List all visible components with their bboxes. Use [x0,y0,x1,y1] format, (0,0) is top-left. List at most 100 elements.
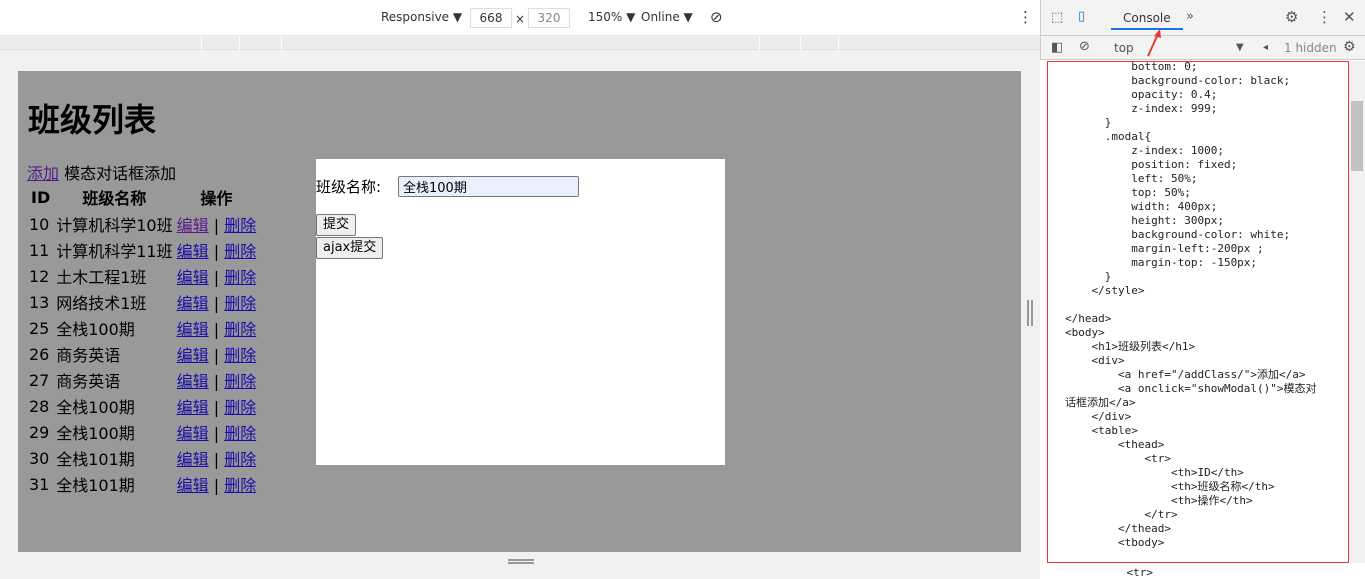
edit-link[interactable]: 编辑 [177,450,209,469]
resize-handle-right[interactable] [1027,300,1033,326]
cell-name: 全栈100期 [56,424,135,443]
cell-name: 全栈101期 [56,476,135,495]
clear-console-icon[interactable]: ⊘ [1079,39,1090,54]
class-table: ID 班级名称 操作 10 计算机科学10班 编辑 | 删除 11 计算机科学11班 编辑… [27,183,258,497]
console-scrollbar[interactable] [1349,61,1365,563]
table-row: 12 土木工程1班 编辑 | 删除 [27,263,258,289]
context-select[interactable]: top [1114,41,1134,55]
edit-link[interactable]: 编辑 [177,294,209,313]
context-dropdown-icon[interactable]: ▼ [1236,42,1244,53]
cell-id: 29 [29,422,50,442]
header-actions: 操作 [200,189,233,208]
edit-link[interactable]: 编辑 [177,320,209,339]
scrollbar-thumb[interactable] [1351,101,1363,171]
code-line: <body> [1065,326,1105,339]
code-line: <th>ID</th> [1065,466,1244,479]
devtools-tabbar: ⬚ ▯ Console » ⚙ ⋮ ✕ [1040,0,1365,36]
edit-link[interactable]: 编辑 [177,346,209,365]
delete-link[interactable]: 删除 [224,294,256,313]
more-options-icon[interactable]: ⋮ [1018,8,1033,26]
hidden-count[interactable]: 1 hidden [1284,41,1337,55]
edit-link[interactable]: 编辑 [177,268,209,287]
table-row: 28 全栈100期 编辑 | 删除 [27,393,258,419]
modal-add-link[interactable]: 模态对话框添加 [64,164,176,183]
inspect-element-icon[interactable]: ⬚ [1051,10,1063,25]
delete-link[interactable]: 删除 [224,398,256,417]
cell-id: 25 [29,318,50,338]
action-separator: | [213,424,220,443]
edit-link[interactable]: 编辑 [177,242,209,261]
delete-link[interactable]: 删除 [224,320,256,339]
delete-link[interactable]: 删除 [224,346,256,365]
device-toggle-icon[interactable]: ▯ [1078,9,1085,24]
level-arrow-icon[interactable]: ◂ [1263,42,1268,53]
tab-console[interactable]: Console [1111,6,1183,30]
network-select[interactable]: Online ▼ [641,10,693,24]
emulated-viewport: 班级列表 添加 模态对话框添加 ID 班级名称 操作 10 计算机科学10班 编辑 … [18,71,1021,552]
header-id: ID [31,187,51,207]
viewport-gutter [1035,70,1040,550]
console-settings-icon[interactable]: ⚙ [1343,39,1356,55]
delete-link[interactable]: 删除 [224,216,256,235]
device-label: Responsive [381,10,450,24]
code-line: background-color: white; [1065,228,1291,241]
class-name-label: 班级名称: [316,178,382,196]
edit-link[interactable]: 编辑 [177,372,209,391]
action-separator: | [213,398,220,417]
table-row: 13 网络技术1班 编辑 | 删除 [27,289,258,315]
delete-link[interactable]: 删除 [224,268,256,287]
page-title: 班级列表 [28,101,157,139]
code-line: margin-top: -150px; [1065,256,1258,269]
code-line: top: 50%; [1065,186,1191,199]
table-row: 27 商务英语 编辑 | 删除 [27,367,258,393]
cell-id: 28 [29,396,50,416]
device-select[interactable]: Responsive ▼ [381,10,462,24]
cell-id: 11 [29,240,50,260]
ajax-submit-button[interactable]: ajax提交 [316,237,384,259]
zoom-select[interactable]: 150% ▼ [588,10,635,24]
table-row: 10 计算机科学10班 编辑 | 删除 [27,211,258,237]
resize-handle-bottom[interactable] [508,559,534,564]
edit-link[interactable]: 编辑 [177,424,209,443]
code-line: } [1065,270,1112,283]
modal-dialog: 班级名称: 提交 ajax提交 [316,159,725,465]
table-body: 10 计算机科学10班 编辑 | 删除 11 计算机科学11班 编辑 | 删除 12 土木工程… [27,211,258,497]
more-menu-icon[interactable]: ⋮ [1317,8,1332,26]
top-links: 添加 模态对话框添加 [27,160,176,184]
more-tabs-icon[interactable]: » [1186,9,1194,24]
red-arrow-annotation [1147,29,1161,57]
code-line: .modal{ [1065,130,1152,143]
console-output[interactable]: bottom: 0; background-color: black; opac… [1047,61,1349,563]
edit-link[interactable]: 编辑 [177,398,209,417]
width-input[interactable]: 668 [470,8,512,28]
dimension-separator: × [515,12,526,26]
edit-link[interactable]: 编辑 [177,216,209,235]
cell-id: 13 [29,292,50,312]
cell-name: 计算机科学11班 [56,242,173,261]
rotate-icon[interactable]: ⊘ [710,8,723,26]
code-line: <thead> [1065,438,1165,451]
delete-link[interactable]: 删除 [224,476,256,495]
class-name-input[interactable] [398,176,579,197]
cell-actions: 编辑 | 删除 [175,445,259,471]
delete-link[interactable]: 删除 [224,372,256,391]
code-line: <a href="/addClass/">添加</a> [1065,368,1306,381]
code-line: left: 50%; [1065,172,1198,185]
cell-actions: 编辑 | 删除 [175,367,259,393]
close-icon[interactable]: ✕ [1343,8,1356,26]
add-link[interactable]: 添加 [27,164,59,183]
submit-button[interactable]: 提交 [316,214,357,236]
media-query-ruler[interactable] [0,36,1040,50]
delete-link[interactable]: 删除 [224,450,256,469]
height-input[interactable]: 320 [528,8,570,28]
edit-link[interactable]: 编辑 [177,476,209,495]
settings-icon[interactable]: ⚙ [1285,8,1298,26]
delete-link[interactable]: 删除 [224,242,256,261]
sidebar-toggle-icon[interactable]: ◧ [1051,40,1063,55]
action-separator: | [213,268,220,287]
action-separator: | [213,294,220,313]
cell-id: 27 [29,370,50,390]
cell-name: 全栈100期 [56,398,135,417]
table-row: 29 全栈100期 编辑 | 删除 [27,419,258,445]
delete-link[interactable]: 删除 [224,424,256,443]
